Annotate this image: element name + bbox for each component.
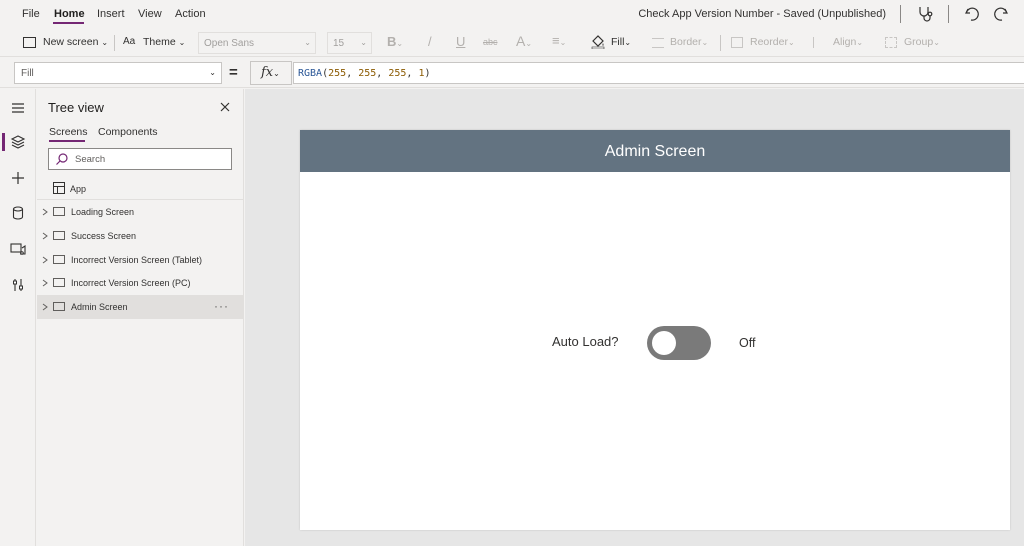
tab-screens[interactable]: Screens (49, 126, 88, 138)
new-screen-button[interactable]: New screen ⌄ (43, 36, 108, 48)
formula-input[interactable]: RGBA(255, 255, 255, 1) (293, 62, 1024, 84)
font-color-button[interactable]: A⌄ (516, 33, 532, 49)
media-icon[interactable] (8, 239, 28, 259)
ribbon-toolbar: New screen ⌄ Aa Theme ⌄ Open Sans ⌄ 15 ⌄ B… (0, 29, 1024, 57)
screen-header-title: Admin Screen (604, 143, 706, 160)
divider (114, 35, 115, 51)
chevron-right-icon[interactable] (40, 231, 50, 241)
search-icon (55, 152, 69, 166)
menu-action[interactable]: Action (175, 8, 206, 20)
reorder-button[interactable]: Reorder⌄ (750, 36, 795, 48)
app-checker-icon[interactable] (916, 5, 934, 23)
toggle-state-label: Off (739, 336, 756, 350)
new-screen-icon (23, 37, 36, 48)
data-cylinder-icon[interactable] (8, 203, 28, 223)
align-icon (813, 37, 825, 48)
app-icon (53, 182, 65, 194)
tree-screen-label: Loading Screen (71, 207, 135, 217)
tree-screen-item[interactable]: Incorrect Version Screen (PC) (37, 271, 244, 295)
theme-icon: Aa (123, 36, 136, 47)
chevron-right-icon[interactable] (40, 207, 50, 217)
chevron-right-icon[interactable] (40, 302, 50, 312)
border-button[interactable]: Border⌄ (670, 36, 708, 48)
menu-bar: File Home Insert View Action Check App V… (0, 0, 1024, 29)
left-rail (0, 89, 36, 546)
rail-active-indicator (2, 133, 5, 151)
hamburger-menu-icon[interactable] (8, 98, 28, 118)
more-options-icon[interactable]: ··· (214, 299, 229, 313)
underline-button[interactable]: U (456, 34, 465, 49)
property-select[interactable]: Fill ⌄ (14, 62, 222, 84)
divider (948, 5, 949, 23)
menu-active-underline (53, 22, 84, 24)
tree-screen-label: Success Screen (71, 231, 137, 241)
screen-icon (53, 278, 65, 287)
menu-view[interactable]: View (138, 8, 162, 20)
font-family-select[interactable]: Open Sans ⌄ (198, 32, 316, 54)
reorder-icon (731, 37, 743, 48)
align-button[interactable]: Align⌄ (833, 36, 863, 48)
auto-load-label: Auto Load? (552, 334, 619, 349)
tab-active-underline (49, 140, 85, 142)
tree-search-input[interactable]: Search (48, 148, 232, 170)
app-title: Check App Version Number - Saved (Unpubl… (638, 8, 886, 20)
chevron-right-icon[interactable] (40, 278, 50, 288)
tree-view-title: Tree view (48, 100, 104, 115)
tree-screen-label: Incorrect Version Screen (Tablet) (71, 255, 203, 265)
layers-icon[interactable] (8, 132, 28, 152)
toggle-knob[interactable] (652, 331, 676, 355)
strikethrough-button[interactable]: abc (483, 37, 498, 47)
tree-screen-item-selected[interactable]: Admin Screen ··· (37, 295, 244, 319)
fx-button[interactable]: fx⌄ (250, 61, 292, 85)
screen-icon (53, 302, 65, 311)
tree-screen-label: Incorrect Version Screen (PC) (71, 278, 191, 288)
theme-button[interactable]: Theme ⌄ (143, 36, 185, 48)
screen-icon (53, 255, 65, 264)
group-icon (885, 37, 897, 48)
fill-button[interactable]: Fill⌄ (611, 36, 631, 48)
divider (720, 35, 721, 51)
menu-insert[interactable]: Insert (97, 8, 125, 20)
divider (900, 5, 901, 23)
tab-components[interactable]: Components (98, 126, 158, 138)
bold-button[interactable]: B⌄ (387, 34, 403, 49)
tree-screen-item[interactable]: Loading Screen (37, 200, 244, 224)
tree-screen-item[interactable]: Success Screen (37, 224, 244, 248)
equals-sign: = (229, 64, 238, 81)
text-align-button[interactable]: ≡⌄ (552, 33, 566, 48)
insert-plus-icon[interactable] (8, 168, 28, 188)
tree-screen-label: Admin Screen (71, 302, 128, 312)
screen-icon (53, 231, 65, 240)
screen-icon (53, 207, 65, 216)
fill-bucket-icon (591, 35, 605, 49)
advanced-tools-icon[interactable] (8, 275, 28, 295)
chevron-right-icon[interactable] (40, 255, 50, 265)
tree-app-node[interactable]: App (37, 177, 244, 201)
menu-file[interactable]: File (22, 8, 40, 20)
undo-icon[interactable] (963, 5, 981, 23)
tree-screen-item[interactable]: Incorrect Version Screen (Tablet) (37, 248, 244, 272)
group-button[interactable]: Group⌄ (904, 36, 940, 48)
italic-button[interactable]: / (428, 34, 432, 49)
app-label: App (70, 184, 87, 194)
font-size-select[interactable]: 15 ⌄ (327, 32, 372, 54)
close-icon[interactable] (218, 100, 232, 114)
redo-icon[interactable] (992, 5, 1010, 23)
border-icon (652, 38, 664, 48)
menu-home[interactable]: Home (54, 8, 85, 20)
